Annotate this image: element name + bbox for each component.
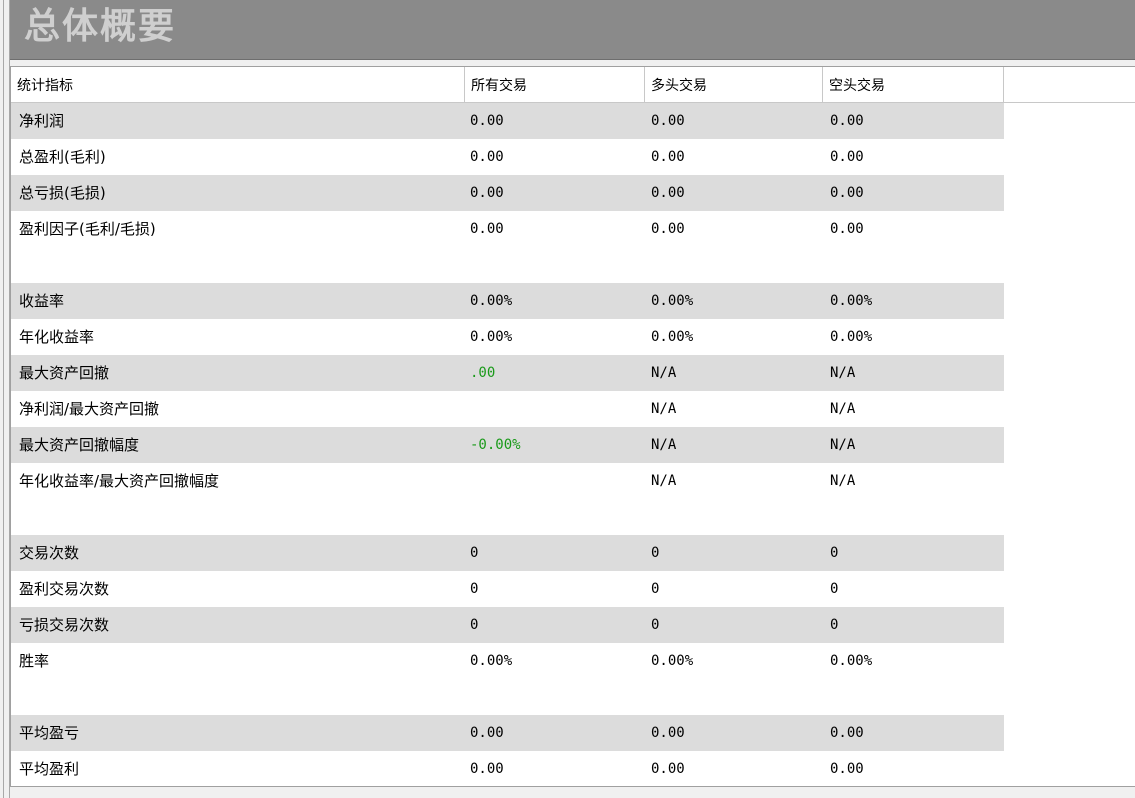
value-short-trades: N/A <box>830 473 856 489</box>
table-row[interactable] <box>11 499 1004 535</box>
value-long-trades: 0.00 <box>651 113 685 129</box>
value-short-trades: 0.00 <box>830 149 864 165</box>
left-splitter[interactable] <box>0 0 10 798</box>
value-short-trades: 0.00% <box>830 293 873 309</box>
column-header-metric[interactable]: 统计指标 <box>11 67 465 102</box>
value-short-trades: 0 <box>830 617 839 633</box>
table-row[interactable]: 收益率 0.00% 0.00% 0.00% <box>11 283 1004 319</box>
table-row[interactable]: 最大资产回撤 .00 N/A N/A <box>11 355 1004 391</box>
value-all-trades: 0.00% <box>470 293 513 309</box>
metric-label: 胜率 <box>19 652 50 670</box>
value-long-trades: 0 <box>651 617 660 633</box>
value-short-trades: N/A <box>830 365 856 381</box>
table-row[interactable]: 净利润 0.00 0.00 0.00 <box>11 103 1004 139</box>
metric-label: 年化收益率/最大资产回撤幅度 <box>19 472 220 490</box>
value-long-trades: 0 <box>651 545 660 561</box>
report-window: 总体概要 统计指标 所有交易 多头交易 空头交易 净利润 0.00 0.00 0.00… <box>0 0 1135 798</box>
value-long-trades: 0 <box>651 581 660 597</box>
value-all-trades: 0.00% <box>470 329 513 345</box>
column-header-all-trades[interactable]: 所有交易 <box>465 67 645 102</box>
value-long-trades: 0.00% <box>651 293 694 309</box>
value-short-trades: 0 <box>830 545 839 561</box>
metric-label: 总盈利(毛利) <box>19 148 106 166</box>
value-long-trades: 0.00 <box>651 725 685 741</box>
value-short-trades: 0.00% <box>830 653 873 669</box>
value-all-trades: 0.00 <box>470 761 504 777</box>
value-all-trades: 0.00% <box>470 653 513 669</box>
value-all-trades: 0.00 <box>470 725 504 741</box>
value-long-trades: N/A <box>651 473 677 489</box>
value-short-trades: N/A <box>830 437 856 453</box>
table-row[interactable]: 年化收益率/最大资产回撤幅度 N/A N/A <box>11 463 1004 499</box>
value-long-trades: 0.00 <box>651 221 685 237</box>
metric-label: 收益率 <box>19 292 65 310</box>
metric-label: 盈利因子(毛利/毛损) <box>19 220 156 238</box>
value-long-trades: N/A <box>651 401 677 417</box>
table-row[interactable]: 交易次数 0 0 0 <box>11 535 1004 571</box>
value-short-trades: 0.00 <box>830 725 864 741</box>
table-row[interactable]: 总亏损(毛损) 0.00 0.00 0.00 <box>11 175 1004 211</box>
table-row[interactable]: 平均盈亏 0.00 0.00 0.00 <box>11 715 1004 751</box>
table-row[interactable]: 净利润/最大资产回撤 N/A N/A <box>11 391 1004 427</box>
value-short-trades: 0 <box>830 581 839 597</box>
table-row[interactable]: 平均盈利 0.00 0.00 0.00 <box>11 751 1004 786</box>
metric-label: 净利润/最大资产回撤 <box>19 400 160 418</box>
table-header: 统计指标 所有交易 多头交易 空头交易 <box>11 67 1135 103</box>
bottom-border <box>10 786 1135 798</box>
table-row[interactable] <box>11 247 1004 283</box>
value-long-trades: 0.00 <box>651 185 685 201</box>
metric-label: 净利润 <box>19 112 65 130</box>
table-row[interactable]: 亏损交易次数 0 0 0 <box>11 607 1004 643</box>
metric-label: 总亏损(毛损) <box>19 184 106 202</box>
metric-label: 年化收益率 <box>19 328 95 346</box>
table-row[interactable]: 总盈利(毛利) 0.00 0.00 0.00 <box>11 139 1004 175</box>
table-row[interactable] <box>11 679 1004 715</box>
metric-label: 平均盈利 <box>19 760 80 778</box>
title-bar: 总体概要 <box>10 0 1135 60</box>
value-long-trades: 0.00 <box>651 761 685 777</box>
value-all-trades: 0 <box>470 581 479 597</box>
value-short-trades: 0.00 <box>830 221 864 237</box>
table-row[interactable]: 胜率 0.00% 0.00% 0.00% <box>11 643 1004 679</box>
value-long-trades: N/A <box>651 365 677 381</box>
table-row[interactable]: 盈利因子(毛利/毛损) 0.00 0.00 0.00 <box>11 211 1004 247</box>
value-short-trades: 0.00% <box>830 329 873 345</box>
value-all-trades: .00 <box>470 365 496 381</box>
page-title: 总体概要 <box>24 5 177 47</box>
value-short-trades: 0.00 <box>830 113 864 129</box>
value-all-trades: -0.00% <box>470 437 521 453</box>
value-all-trades: 0 <box>470 545 479 561</box>
value-long-trades: 0.00% <box>651 653 694 669</box>
metric-label: 平均盈亏 <box>19 724 80 742</box>
metric-label: 盈利交易次数 <box>19 580 110 598</box>
value-all-trades: 0.00 <box>470 221 504 237</box>
column-header-short-trades[interactable]: 空头交易 <box>823 67 1004 102</box>
value-all-trades: 0 <box>470 617 479 633</box>
metric-label: 最大资产回撤幅度 <box>19 436 140 454</box>
value-short-trades: 0.00 <box>830 185 864 201</box>
metric-label: 交易次数 <box>19 544 80 562</box>
column-header-long-trades[interactable]: 多头交易 <box>645 67 823 102</box>
value-all-trades: 0.00 <box>470 149 504 165</box>
value-all-trades: 0.00 <box>470 113 504 129</box>
table-body: 净利润 0.00 0.00 0.00 总盈利(毛利) 0.00 0.00 0.00 总亏损(毛损… <box>11 103 1004 786</box>
table-row[interactable]: 最大资产回撤幅度 -0.00% N/A N/A <box>11 427 1004 463</box>
metric-label: 最大资产回撤 <box>19 364 110 382</box>
metric-label: 亏损交易次数 <box>19 616 110 634</box>
summary-table: 统计指标 所有交易 多头交易 空头交易 净利润 0.00 0.00 0.00 总盈利(毛… <box>10 66 1135 786</box>
value-short-trades: N/A <box>830 401 856 417</box>
value-long-trades: 0.00 <box>651 149 685 165</box>
value-all-trades: 0.00 <box>470 185 504 201</box>
table-row[interactable]: 盈利交易次数 0 0 0 <box>11 571 1004 607</box>
value-short-trades: 0.00 <box>830 761 864 777</box>
value-long-trades: 0.00% <box>651 329 694 345</box>
table-row[interactable]: 年化收益率 0.00% 0.00% 0.00% <box>11 319 1004 355</box>
value-long-trades: N/A <box>651 437 677 453</box>
